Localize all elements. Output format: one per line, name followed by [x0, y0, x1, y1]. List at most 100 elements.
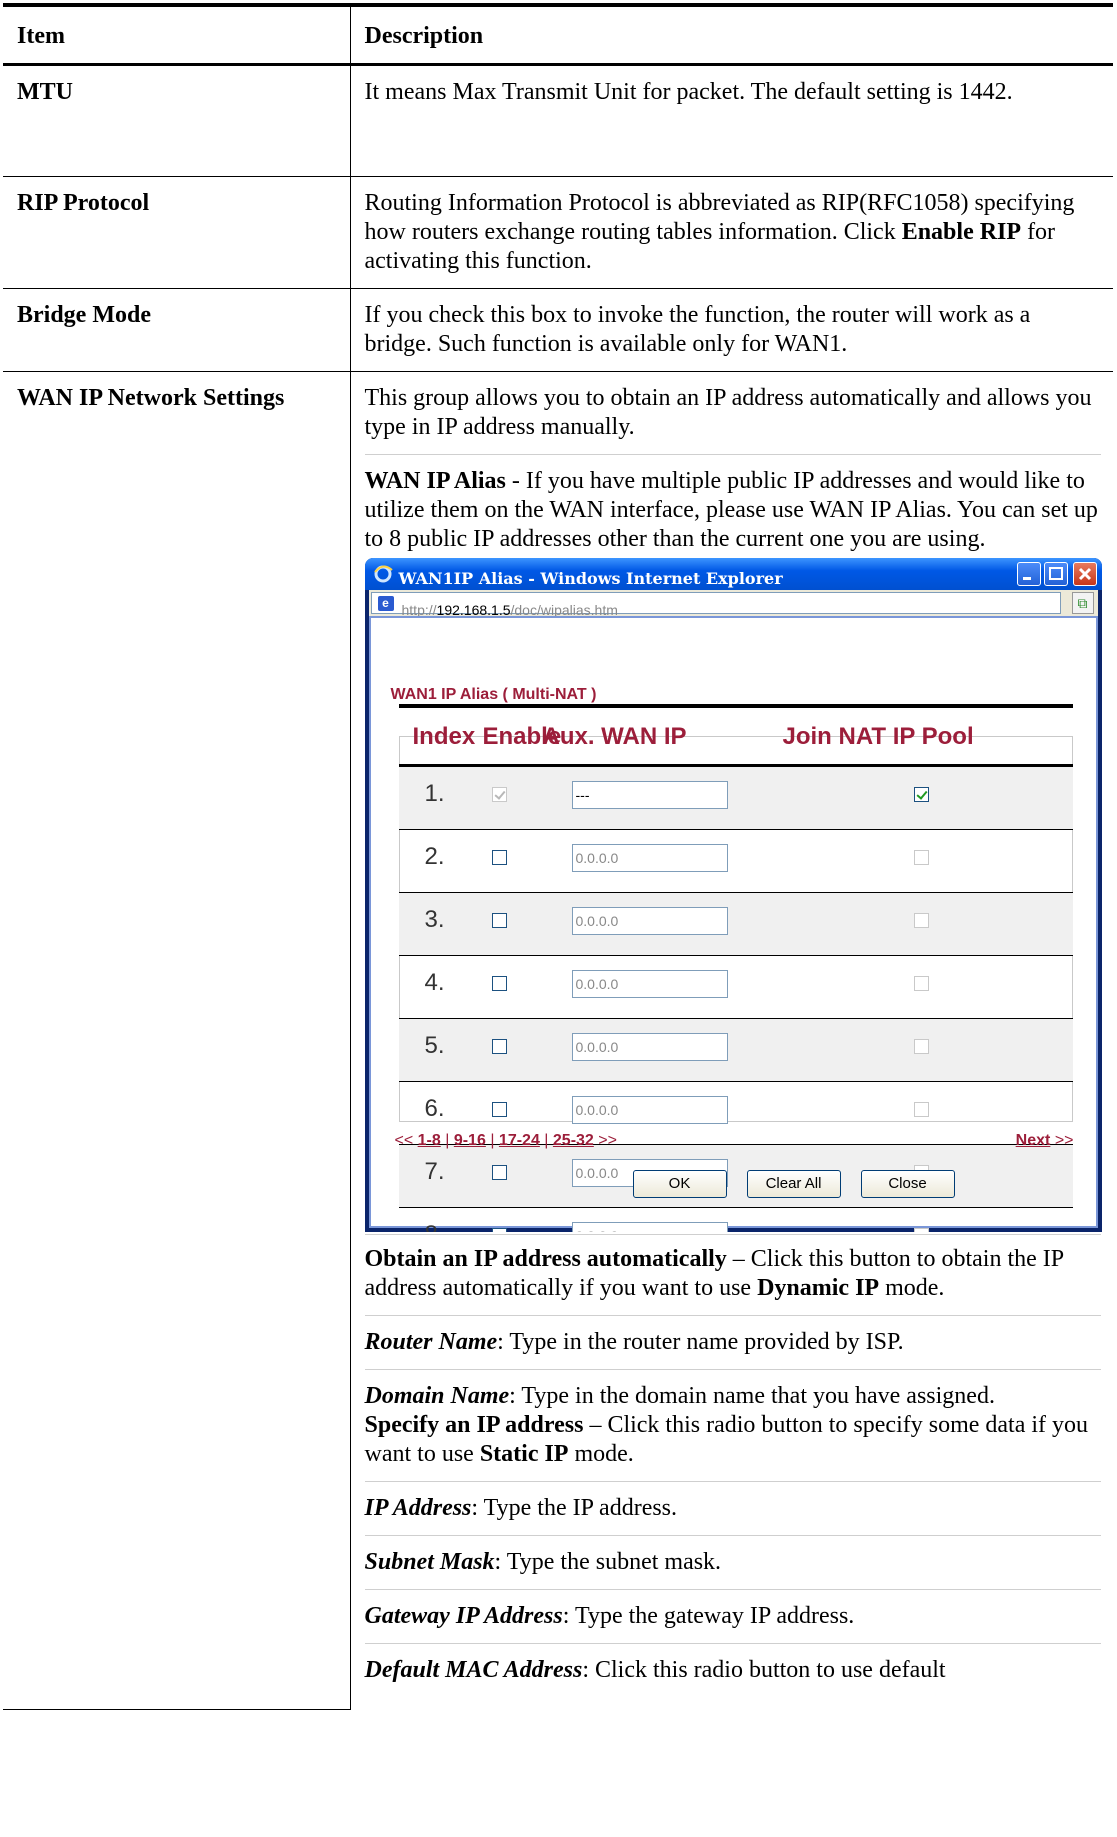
close-icon: [1078, 567, 1091, 581]
wan-obtain-label: Obtain an IP address automatically: [364, 1246, 727, 1272]
join-cell: [768, 829, 1073, 893]
wan-obtain: Obtain an IP address automatically – Cli…: [364, 1234, 1101, 1316]
wan-mac: Default MAC Address: Click this radio bu…: [365, 1656, 1102, 1697]
close-button[interactable]: Close: [860, 1170, 955, 1198]
wan-obtain-b: Dynamic IP: [757, 1275, 880, 1301]
desc-mtu-text: It means Max Transmit Unit for packet. T…: [364, 79, 1013, 105]
maximize-button[interactable]: [1043, 562, 1068, 586]
ip-cell: ---: [528, 765, 769, 830]
desc-rip: Routing Information Protocol is abbrevia…: [350, 176, 1113, 289]
address-bar: e http://192.168.1.5/doc/wipalias.htm ⧉: [368, 590, 1098, 618]
wan-intro: This group allows you to obtain an IP ad…: [364, 384, 1101, 455]
wan-gateway-text: Gateway IP Address: Type the gateway IP …: [365, 1602, 1102, 1631]
url-field[interactable]: e http://192.168.1.5/doc/wipalias.htm: [370, 592, 1061, 618]
wan-ip-label: IP Address: [364, 1495, 472, 1521]
enable-checkbox[interactable]: [492, 1039, 507, 1055]
wan-ip-desc: : Type the IP address.: [471, 1495, 678, 1521]
ip-cell: 0.0.0.0: [528, 892, 769, 956]
enable-checkbox[interactable]: [492, 850, 507, 866]
enable-checkbox[interactable]: [492, 1102, 507, 1118]
enable-cell: [468, 955, 529, 1019]
header-description: Description: [350, 3, 1113, 66]
wan-subnet-text: Subnet Mask: Type the subnet mask.: [365, 1548, 1102, 1577]
join-nat-checkbox[interactable]: [914, 1228, 929, 1232]
aux-wan-ip-input[interactable]: ---: [571, 780, 728, 809]
wan-domain-label: Domain Name: [364, 1383, 510, 1409]
compat-view-icon[interactable]: ⧉: [1071, 592, 1094, 614]
enable-cell: [468, 829, 529, 893]
enable-checkbox[interactable]: [492, 1165, 507, 1181]
ip-cell: 0.0.0.0: [528, 829, 769, 893]
join-nat-checkbox[interactable]: [914, 913, 929, 929]
wan-specify-b: Static IP: [479, 1441, 569, 1467]
ie-content: WAN1 IP Alias ( Multi-NAT ) Index Enable…: [368, 616, 1098, 1232]
page-link-1-8[interactable]: 1-8: [418, 1132, 441, 1149]
enable-checkbox[interactable]: [492, 1228, 507, 1232]
wan-ip-address: IP Address: Type the IP address.: [364, 1494, 1101, 1536]
join-nat-checkbox[interactable]: [914, 1102, 929, 1118]
ip-cell: 0.0.0.0: [528, 955, 769, 1019]
aux-wan-ip-input[interactable]: 0.0.0.0: [571, 906, 728, 935]
enable-checkbox[interactable]: [492, 976, 507, 992]
pager-sep: |: [490, 1132, 495, 1149]
wan-domain-desc: : Type in the domain name that you have …: [509, 1383, 995, 1409]
col-aux-wan-ip: Aux. WAN IP: [528, 704, 769, 767]
join-nat-checkbox[interactable]: [914, 976, 929, 992]
wan-gateway-desc: : Type the gateway IP address.: [562, 1603, 855, 1629]
enable-checkbox[interactable]: [492, 787, 507, 803]
wan-domain-name: Domain Name: Type in the domain name tha…: [364, 1382, 1101, 1482]
row-index: 1.: [398, 765, 469, 830]
aux-wan-ip-input[interactable]: 0.0.0.0: [571, 843, 728, 872]
page-link-17-24[interactable]: 17-24: [499, 1132, 540, 1149]
join-cell: [768, 955, 1073, 1019]
ok-button[interactable]: OK: [632, 1170, 727, 1198]
enable-cell: [468, 892, 529, 956]
ie-title-bar: WAN1IP Alias - Windows Internet Explorer: [364, 558, 1102, 590]
wan-mac-label: Default MAC Address: [364, 1657, 583, 1683]
join-cell: [768, 765, 1073, 830]
table-row: 3. 0.0.0.0: [398, 892, 1073, 956]
wan-router-text: Router Name: Type in the router name pro…: [365, 1328, 1102, 1357]
wan-subnet: Subnet Mask: Type the subnet mask.: [364, 1548, 1102, 1590]
clear-all-button[interactable]: Clear All: [746, 1170, 841, 1198]
page-link-9-16[interactable]: 9-16: [454, 1132, 486, 1149]
aux-wan-ip-input[interactable]: 0.0.0.0: [571, 1095, 728, 1124]
next-arrows: >>: [1054, 1132, 1074, 1149]
aux-wan-ip-input[interactable]: 0.0.0.0: [571, 1032, 728, 1061]
aux-wan-ip-input[interactable]: 0.0.0.0: [571, 969, 728, 998]
ie-window: WAN1IP Alias - Windows Internet Explorer: [364, 558, 1102, 1232]
aux-wan-ip-input[interactable]: 0.0.0.0: [571, 1221, 728, 1232]
row-index: 3.: [398, 892, 469, 956]
table-row-bridge: Bridge Mode If you check this box to inv…: [3, 288, 1113, 372]
wan-router-desc: : Type in the router name provided by IS…: [497, 1329, 904, 1355]
desc-rip-b: Enable RIP: [901, 219, 1022, 245]
row-index: 4.: [398, 955, 469, 1019]
enable-cell: [468, 1018, 529, 1082]
desc-wan: This group allows you to obtain an IP ad…: [350, 372, 1113, 1710]
item-rip: RIP Protocol: [3, 176, 351, 289]
wan-mac-desc: : Click this radio button to use default: [582, 1657, 946, 1683]
maximize-icon: [1048, 567, 1063, 580]
join-nat-checkbox[interactable]: [914, 787, 929, 803]
table-row: 2. 0.0.0.0: [398, 829, 1073, 893]
row-index: 5.: [398, 1018, 469, 1082]
enable-checkbox[interactable]: [492, 913, 507, 929]
table-header-row: Item Description: [3, 3, 1113, 66]
close-window-button[interactable]: [1072, 562, 1097, 586]
minimize-button[interactable]: [1016, 562, 1041, 586]
page-link-25-32[interactable]: 25-32: [553, 1132, 594, 1149]
join-nat-checkbox[interactable]: [914, 850, 929, 866]
join-nat-checkbox[interactable]: [914, 1039, 929, 1055]
alias-header-row: Index Enable Aux. WAN IP Join NAT IP Poo…: [398, 704, 1073, 767]
next-link[interactable]: Next: [1016, 1132, 1051, 1149]
row-index: 8.: [398, 1207, 469, 1232]
wan-subnet-desc: : Type the subnet mask.: [494, 1549, 722, 1575]
pager-prev: <<: [394, 1132, 414, 1149]
pager-sep: |: [445, 1132, 450, 1149]
col-enable: Enable: [468, 704, 561, 767]
header-item: Item: [3, 3, 351, 66]
wan-gateway: Gateway IP Address: Type the gateway IP …: [364, 1602, 1102, 1644]
table-row: 4. 0.0.0.0: [398, 955, 1073, 1019]
desc-bridge-text: If you check this box to invoke the func…: [364, 302, 1031, 357]
table-row: 5. 0.0.0.0: [398, 1018, 1073, 1082]
